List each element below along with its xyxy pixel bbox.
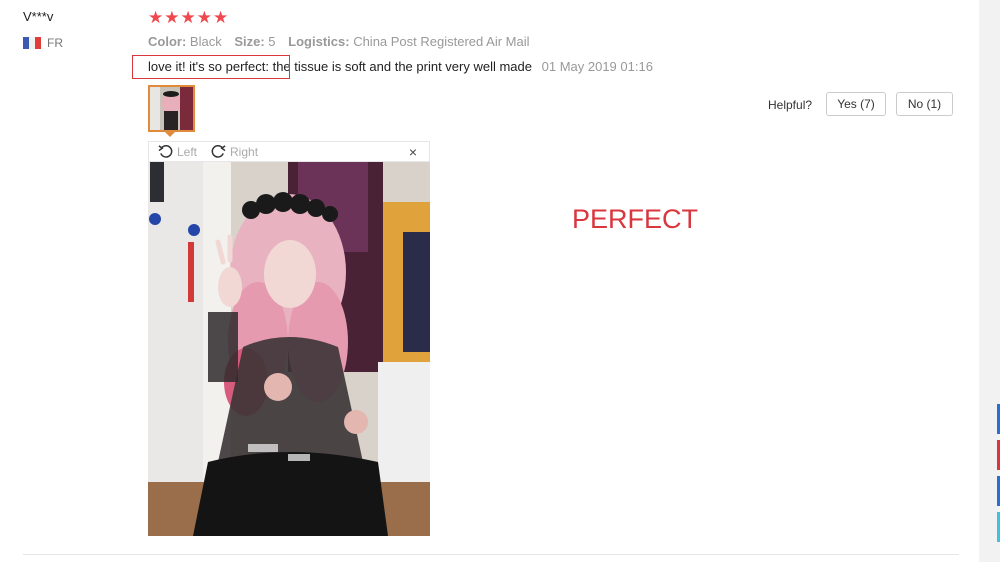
color-label: Color: xyxy=(148,34,187,49)
rotate-right-icon xyxy=(211,145,226,158)
review-photo-image xyxy=(148,162,430,536)
review-divider xyxy=(23,554,959,555)
star-icon: ★ xyxy=(196,8,212,27)
size-value: 5 xyxy=(268,34,276,49)
flag-fr-icon xyxy=(23,37,41,49)
color-value: Black xyxy=(189,34,222,49)
logistics-value: China Post Registered Air Mail xyxy=(353,34,530,49)
size-label: Size: xyxy=(234,34,265,49)
order-attributes: Color: Black Size: 5 Logistics: China Po… xyxy=(148,34,539,49)
star-icon: ★ xyxy=(180,8,196,27)
logistics-label: Logistics: xyxy=(288,34,350,49)
star-rating: ★ ★ ★ ★ ★ xyxy=(148,8,228,28)
review-photo-thumbnail[interactable] xyxy=(148,85,195,132)
review-photo-large xyxy=(148,162,430,536)
close-icon[interactable]: × xyxy=(409,144,417,160)
rotate-right-label: Right xyxy=(230,144,259,159)
rotate-right-button[interactable]: Right xyxy=(211,144,258,159)
thumbnail-image xyxy=(150,87,193,130)
helpful-yes-button[interactable]: Yes (7) xyxy=(826,92,886,116)
reviewer-country: FR xyxy=(23,36,63,50)
star-icon: ★ xyxy=(213,8,229,27)
reviewer-name: V***v xyxy=(23,9,54,24)
star-icon: ★ xyxy=(164,8,180,27)
overlay-annotation-text: PERFECT xyxy=(572,204,699,234)
photo-viewer-toolbar: Left Right × xyxy=(148,141,430,162)
helpful-label: Helpful? xyxy=(768,98,813,112)
rotate-left-button[interactable]: Left xyxy=(158,144,197,159)
country-code: FR xyxy=(47,36,63,50)
helpful-no-button[interactable]: No (1) xyxy=(896,92,953,116)
star-icon: ★ xyxy=(148,8,164,27)
review-date: 01 May 2019 01:16 xyxy=(541,59,653,74)
rotate-left-icon xyxy=(158,145,173,158)
annotation-highlight-box xyxy=(132,55,290,79)
thumbnail-pointer xyxy=(164,131,176,137)
rotate-left-label: Left xyxy=(177,144,198,159)
